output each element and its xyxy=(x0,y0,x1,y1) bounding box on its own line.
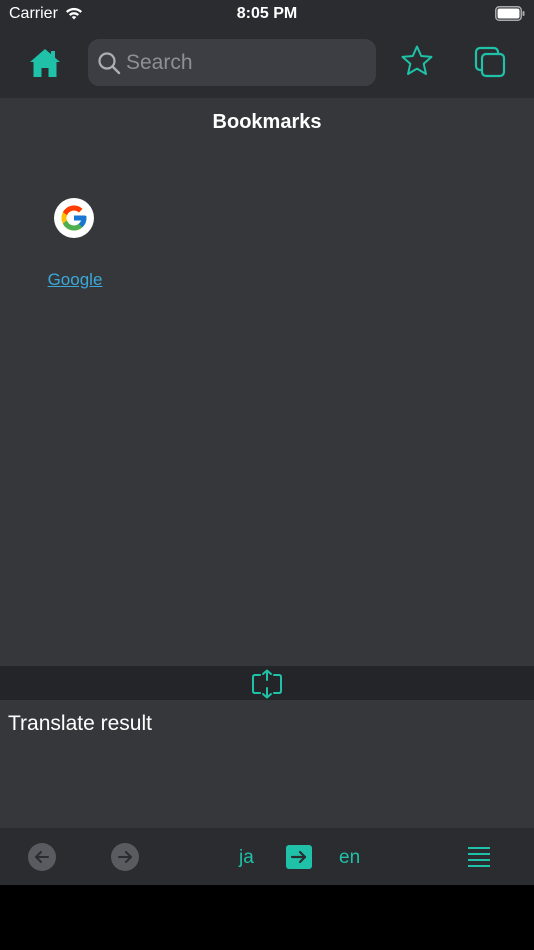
panel-splitter[interactable] xyxy=(0,666,534,700)
star-icon xyxy=(400,45,434,82)
source-language-button[interactable]: ja xyxy=(239,847,254,869)
home-icon xyxy=(27,49,63,84)
bookmarks-title: Bookmarks xyxy=(212,111,322,133)
nav-bar xyxy=(0,28,534,98)
expand-vertical-icon[interactable] xyxy=(251,669,283,699)
search-icon xyxy=(97,51,121,80)
translate-result-panel[interactable]: Translate result xyxy=(0,700,534,828)
search-input[interactable] xyxy=(126,39,366,86)
menu-icon xyxy=(467,847,491,872)
battery-icon xyxy=(495,6,525,26)
menu-button[interactable] xyxy=(467,846,491,868)
bookmarks-panel: Bookmarks Google xyxy=(0,98,534,666)
status-time: 8:05 PM xyxy=(236,5,298,22)
bookmark-link-google[interactable]: Google xyxy=(30,270,120,290)
swap-language-button[interactable] xyxy=(286,845,312,869)
bottom-toolbar: ja en xyxy=(0,828,534,885)
bookmark-item[interactable]: Google xyxy=(30,198,120,298)
target-language-button[interactable]: en xyxy=(339,847,360,869)
forward-button[interactable] xyxy=(111,843,139,871)
google-icon[interactable] xyxy=(54,198,94,238)
home-indicator-area xyxy=(0,885,534,950)
bookmark-star-button[interactable] xyxy=(400,44,434,78)
tabs-button[interactable] xyxy=(474,46,508,80)
app-screen: Carrier 8:05 PM Search Bookmarks Google … xyxy=(0,0,534,950)
home-button[interactable] xyxy=(27,46,63,80)
status-bar: Carrier 8:05 PM xyxy=(0,0,534,28)
back-button[interactable] xyxy=(28,843,56,871)
search-bar[interactable] xyxy=(88,39,376,86)
tabs-icon xyxy=(474,46,508,84)
translate-result-text: Translate result xyxy=(8,712,152,735)
